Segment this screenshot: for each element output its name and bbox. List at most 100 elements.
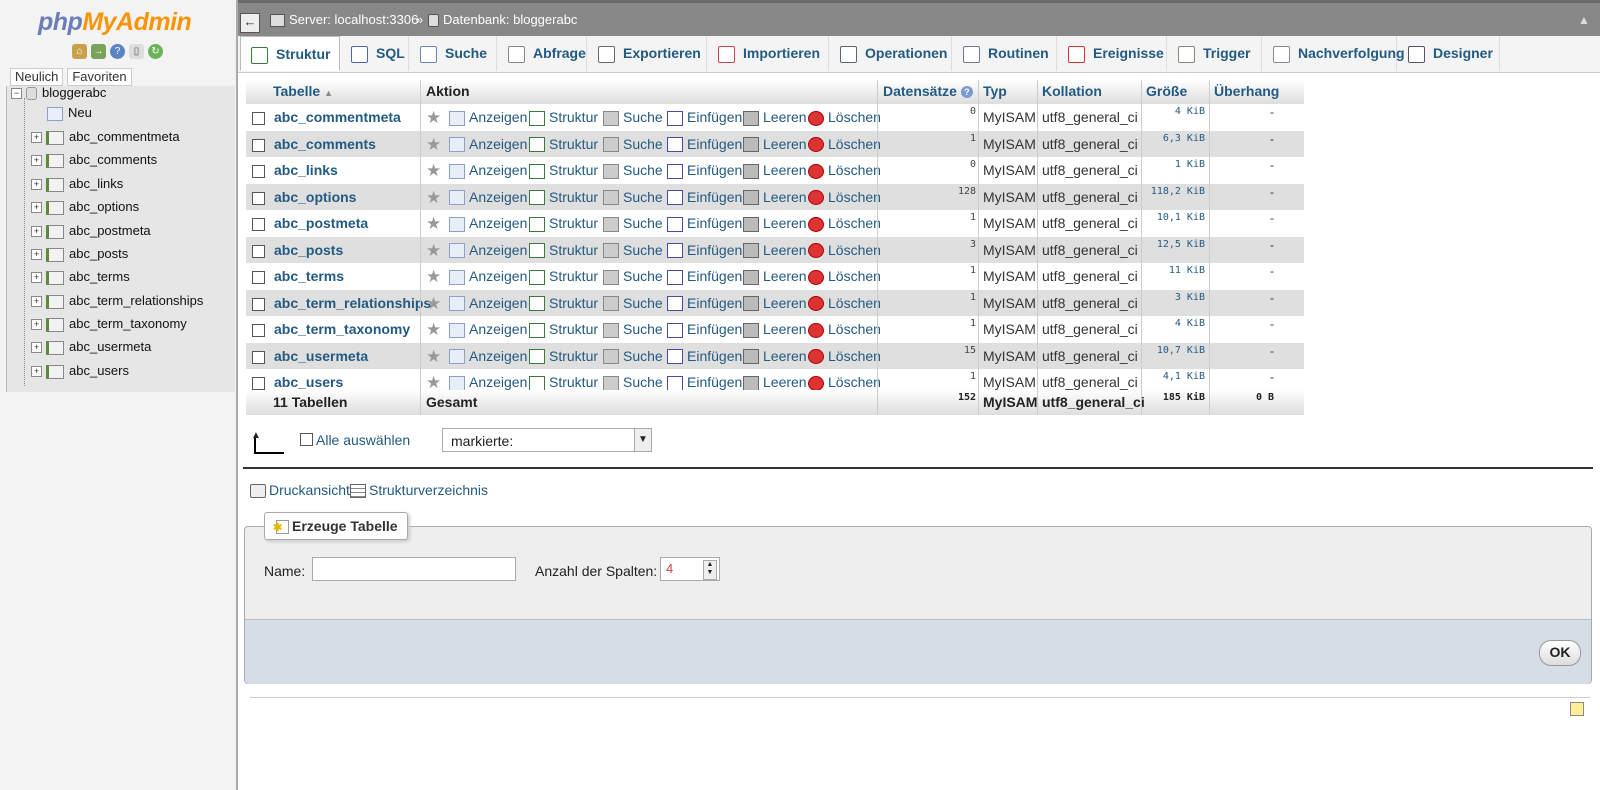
table-name-link[interactable]: abc_comments xyxy=(274,131,376,158)
col-datensaetze[interactable]: Datensätze ? xyxy=(883,80,973,104)
ok-button[interactable]: OK xyxy=(1539,640,1581,666)
row-checkbox[interactable] xyxy=(252,112,265,125)
favorite-star-icon[interactable]: ★ xyxy=(426,136,441,153)
col-typ[interactable]: Typ xyxy=(983,80,1007,104)
tree-table-item[interactable]: + abc_comments xyxy=(31,150,157,170)
action-anzeigen[interactable]: Anzeigen xyxy=(449,157,527,184)
tab-struktur[interactable]: Struktur xyxy=(240,36,340,71)
expand-icon[interactable]: + xyxy=(31,366,42,378)
tree-table-item[interactable]: + abc_users xyxy=(31,361,129,381)
row-size[interactable]: 4 KiB xyxy=(1143,104,1205,131)
tree-table-item[interactable]: + abc_options xyxy=(31,197,139,217)
row-size[interactable]: 12,5 KiB xyxy=(1143,237,1205,264)
favorite-star-icon[interactable]: ★ xyxy=(426,242,441,259)
collapse-icon[interactable]: − xyxy=(11,88,22,100)
expand-icon[interactable]: + xyxy=(31,296,42,308)
row-checkbox[interactable] xyxy=(252,138,265,152)
action-anzeigen[interactable]: Anzeigen xyxy=(449,104,527,131)
table-name-link[interactable]: abc_terms xyxy=(274,263,344,290)
with-selected-dropdown[interactable]: markierte: ▼ xyxy=(442,428,652,452)
tab-abfrage[interactable]: Abfrage xyxy=(498,36,587,71)
table-name-input[interactable] xyxy=(312,557,516,581)
tab-exportieren[interactable]: Exportieren xyxy=(588,36,707,71)
tab-ereignisse[interactable]: Ereignisse xyxy=(1058,36,1167,71)
action-leeren[interactable]: Leeren xyxy=(743,104,807,131)
tree-table-item[interactable]: + abc_links xyxy=(31,174,123,194)
favorite-star-icon[interactable]: ★ xyxy=(426,348,441,365)
action-suche[interactable]: Suche xyxy=(603,263,663,290)
action-loeschen[interactable]: Löschen xyxy=(808,263,881,290)
spinner-icon[interactable]: ▲ ▼ xyxy=(703,560,717,580)
table-name-link[interactable]: abc_options xyxy=(274,184,356,211)
row-size[interactable]: 1 KiB xyxy=(1143,157,1205,184)
row-checkbox[interactable] xyxy=(252,191,265,205)
server-crumb[interactable]: Server: localhost:3306 xyxy=(270,12,418,28)
action-einfuegen[interactable]: Einfügen xyxy=(667,131,742,158)
expand-icon[interactable]: + xyxy=(31,272,42,284)
row-checkbox[interactable] xyxy=(252,297,265,311)
favorite-star-icon[interactable]: ★ xyxy=(426,321,441,338)
action-anzeigen[interactable]: Anzeigen xyxy=(449,131,527,158)
action-loeschen[interactable]: Löschen xyxy=(808,290,881,317)
action-struktur[interactable]: Struktur xyxy=(529,131,598,158)
tree-new-table[interactable]: Neu xyxy=(47,103,92,123)
favorite-star-icon[interactable]: ★ xyxy=(426,268,441,285)
chevron-down-icon[interactable]: ▼ xyxy=(634,429,651,451)
tree-table-item[interactable]: + abc_commentmeta xyxy=(31,127,180,147)
tree-table-item[interactable]: + abc_term_taxonomy xyxy=(31,314,187,334)
action-leeren[interactable]: Leeren xyxy=(743,210,807,237)
action-loeschen[interactable]: Löschen xyxy=(808,157,881,184)
col-groesse[interactable]: Größe xyxy=(1146,80,1187,104)
action-leeren[interactable]: Leeren xyxy=(743,263,807,290)
action-leeren[interactable]: Leeren xyxy=(743,131,807,158)
database-crumb[interactable]: Datenbank: bloggerabc xyxy=(428,12,577,28)
action-struktur[interactable]: Struktur xyxy=(529,237,598,264)
action-anzeigen[interactable]: Anzeigen xyxy=(449,316,527,343)
table-name-link[interactable]: abc_usermeta xyxy=(274,343,368,370)
tab-suche[interactable]: Suche xyxy=(410,36,497,71)
favorite-star-icon[interactable]: ★ xyxy=(426,189,441,206)
console-toggle-icon[interactable] xyxy=(1570,702,1584,716)
action-struktur[interactable]: Struktur xyxy=(529,263,598,290)
col-ueberhang[interactable]: Überhang xyxy=(1214,80,1279,104)
tab-trigger[interactable]: Trigger xyxy=(1168,36,1262,71)
action-einfuegen[interactable]: Einfügen xyxy=(667,157,742,184)
collapse-up-icon[interactable]: ▲ xyxy=(1578,13,1592,27)
action-leeren[interactable]: Leeren xyxy=(743,316,807,343)
table-name-link[interactable]: abc_links xyxy=(274,157,338,184)
tab-sql[interactable]: SQL xyxy=(341,36,409,71)
row-checkbox[interactable] xyxy=(252,218,265,231)
tree-table-item[interactable]: + abc_usermeta xyxy=(31,337,151,357)
reload-icon[interactable]: ↻ xyxy=(148,44,163,59)
action-struktur[interactable]: Struktur xyxy=(529,316,598,343)
tab-importieren[interactable]: Importieren xyxy=(708,36,829,71)
action-anzeigen[interactable]: Anzeigen xyxy=(449,210,527,237)
table-name-link[interactable]: abc_term_taxonomy xyxy=(274,316,410,343)
action-einfuegen[interactable]: Einfügen xyxy=(667,210,742,237)
action-loeschen[interactable]: Löschen xyxy=(808,237,881,264)
expand-icon[interactable]: + xyxy=(31,202,42,214)
row-size[interactable]: 11 KiB xyxy=(1143,263,1205,290)
back-arrow-icon[interactable]: ← xyxy=(240,13,260,33)
action-loeschen[interactable]: Löschen xyxy=(808,210,881,237)
favorite-star-icon[interactable]: ★ xyxy=(426,374,441,391)
print-view-link[interactable]: Druckansicht xyxy=(250,482,350,499)
action-suche[interactable]: Suche xyxy=(603,210,663,237)
favorite-star-icon[interactable]: ★ xyxy=(426,162,441,179)
home-icon[interactable]: ⌂ xyxy=(72,44,87,59)
action-suche[interactable]: Suche xyxy=(603,157,663,184)
action-anzeigen[interactable]: Anzeigen xyxy=(449,263,527,290)
action-anzeigen[interactable]: Anzeigen xyxy=(449,184,527,211)
tab-routinen[interactable]: Routinen xyxy=(953,36,1057,71)
action-leeren[interactable]: Leeren xyxy=(743,237,807,264)
action-loeschen[interactable]: Löschen xyxy=(808,184,881,211)
table-name-link[interactable]: abc_posts xyxy=(274,237,343,264)
expand-icon[interactable]: + xyxy=(31,132,42,144)
tree-database[interactable]: − bloggerabc xyxy=(11,83,106,103)
action-einfuegen[interactable]: Einfügen xyxy=(667,263,742,290)
action-einfuegen[interactable]: Einfügen xyxy=(667,343,742,370)
row-size[interactable]: 10,7 KiB xyxy=(1143,343,1205,370)
action-suche[interactable]: Suche xyxy=(603,237,663,264)
action-struktur[interactable]: Struktur xyxy=(529,290,598,317)
action-leeren[interactable]: Leeren xyxy=(743,343,807,370)
